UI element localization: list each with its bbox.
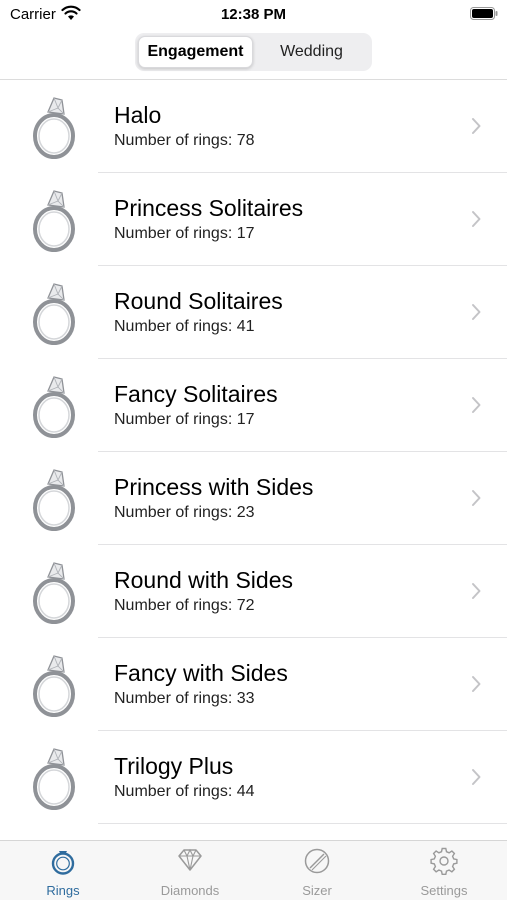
ring-category-row[interactable]: Princess Solitaires Number of rings: 17 [0, 173, 507, 266]
ring-category-row[interactable]: Round with Sides Number of rings: 72 [0, 545, 507, 638]
ring-thumbnail-icon [33, 376, 75, 438]
ring-category-list: Halo Number of rings: 78 Princess Solitair… [0, 80, 507, 840]
ring-category-title: Fancy with Sides [114, 660, 288, 686]
tab-bar: Rings Diamonds Sizer Settings [0, 840, 507, 900]
chevron-right-icon [472, 676, 481, 692]
ring-thumbnail-icon [33, 190, 75, 252]
ring-category-title: Round Solitaires [114, 288, 283, 314]
ring-category-row[interactable]: Trilogy Plus Number of rings: 44 [0, 731, 507, 824]
tab-label-settings: Settings [420, 883, 468, 898]
chevron-right-icon [472, 490, 481, 506]
ring-thumbnail-icon [33, 655, 75, 717]
tab-label-diamonds: Diamonds [160, 883, 220, 898]
tab-label-rings: Rings [46, 883, 80, 898]
battery-icon [470, 7, 498, 20]
ring-category-title: Halo [114, 102, 162, 128]
ring-count-label: Number of rings: 33 [114, 690, 255, 707]
tab-settings[interactable]: Settings [381, 847, 507, 899]
ring-category-row[interactable]: Fancy Solitaires Number of rings: 17 [0, 359, 507, 452]
ring-category-row[interactable]: Princess with Sides Number of rings: 23 [0, 452, 507, 545]
tab-diamonds[interactable]: Diamonds [127, 847, 253, 899]
gear-icon [430, 847, 458, 875]
ring-category-title: Princess with Sides [114, 474, 314, 500]
segment-engagement[interactable]: Engagement [138, 36, 253, 68]
ring-count-label: Number of rings: 44 [114, 783, 255, 800]
chevron-right-icon [472, 397, 481, 413]
tab-rings[interactable]: Rings [0, 847, 126, 899]
ring-thumbnail-icon [33, 469, 75, 531]
ring-category-row[interactable]: Halo Number of rings: 78 [0, 80, 507, 173]
tab-label-sizer: Sizer [302, 883, 332, 898]
ring-thumbnail-icon [33, 562, 75, 624]
clock: 12:38 PM [220, 6, 287, 23]
chevron-right-icon [472, 304, 481, 320]
chevron-right-icon [472, 769, 481, 785]
sizer-icon [304, 848, 330, 874]
ring-category-title: Princess Solitaires [114, 195, 304, 221]
ring-thumbnail-icon [33, 283, 75, 345]
ring-category-row[interactable]: Round Solitaires Number of rings: 41 [0, 266, 507, 359]
segment-wedding[interactable]: Wedding [254, 36, 369, 68]
ring-category-title: Round with Sides [114, 567, 293, 593]
chevron-right-icon [472, 211, 481, 227]
ring-count-label: Number of rings: 23 [114, 504, 255, 521]
ring-count-label: Number of rings: 78 [114, 132, 255, 149]
status-bar: Carrier 12:38 PM [0, 0, 507, 30]
ring-count-label: Number of rings: 41 [114, 318, 255, 335]
ring-thumbnail-icon [33, 748, 75, 810]
ring-count-label: Number of rings: 72 [114, 597, 255, 614]
tab-sizer[interactable]: Sizer [254, 847, 380, 899]
ring-category-title: Trilogy Plus [114, 753, 234, 779]
chevron-right-icon [472, 583, 481, 599]
ring-icon [51, 851, 75, 875]
ring-category-title: Fancy Solitaires [114, 381, 278, 407]
ring-count-label: Number of rings: 17 [114, 411, 255, 428]
chevron-right-icon [472, 118, 481, 134]
row-separator [98, 823, 507, 824]
ring-type-segmented-control: Engagement Wedding [135, 33, 372, 71]
ring-category-row[interactable]: Fancy with Sides Number of rings: 33 [0, 638, 507, 731]
ring-count-label: Number of rings: 17 [114, 225, 255, 242]
diamond-icon [178, 848, 202, 871]
ring-thumbnail-icon [33, 97, 75, 159]
